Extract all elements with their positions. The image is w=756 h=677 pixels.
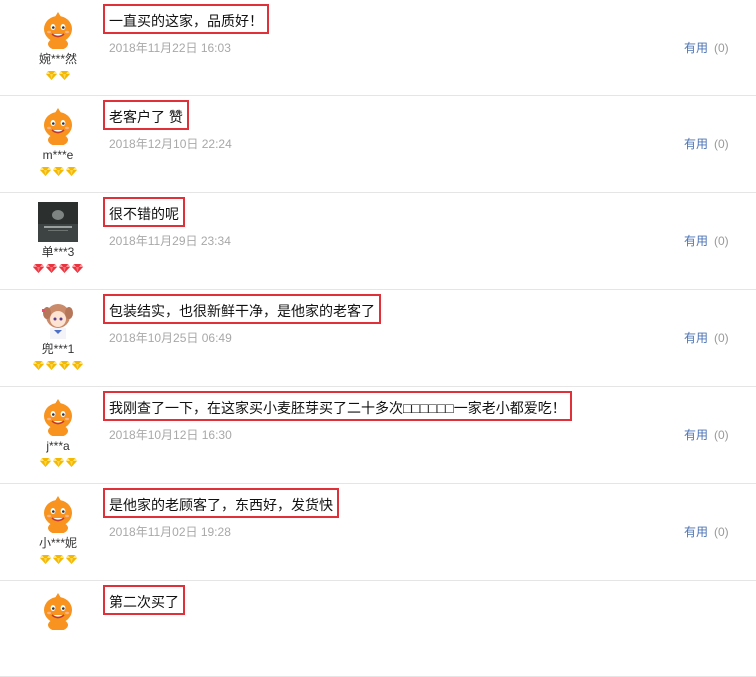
gold-diamond-icon	[72, 361, 83, 370]
gold-diamond-icon	[39, 167, 51, 176]
review-text: 包装结实，也很新鲜干净，是他家的老客了	[103, 294, 381, 324]
avatar[interactable]	[38, 202, 78, 242]
review-list: 婉***然 一直买的这家，品质好！ 2018年11月22日 16:03 有用 (0…	[0, 0, 756, 677]
gold-diamond-icon	[52, 167, 64, 176]
useful-count: (0)	[714, 234, 729, 248]
gold-diamond-icon	[46, 361, 57, 370]
orange-mascot-icon	[38, 493, 78, 533]
useful-vote: 有用 (0)	[684, 428, 729, 442]
useful-count: (0)	[714, 137, 729, 151]
review-row-6: 小***妮 是他家的老顾客了，东西好，发货快 2018年11月02日 19:28…	[0, 484, 756, 581]
avatar[interactable]	[38, 396, 78, 436]
member-level-badges	[0, 71, 116, 81]
review-text: 是他家的老顾客了，东西好，发货快	[103, 488, 339, 518]
avatar[interactable]	[38, 105, 78, 145]
orange-mascot-icon	[38, 9, 78, 49]
useful-vote: 有用 (0)	[684, 331, 729, 345]
gold-diamond-icon	[65, 167, 77, 176]
user-photo-icon	[38, 202, 78, 242]
red-diamond-icon	[46, 264, 57, 273]
useful-vote: 有用 (0)	[684, 234, 729, 248]
reviewer-name: 小***妮	[38, 536, 77, 550]
review-row-1: 婉***然 一直买的这家，品质好！ 2018年11月22日 16:03 有用 (0…	[0, 0, 756, 96]
useful-count: (0)	[714, 41, 729, 55]
gold-diamond-icon	[52, 458, 64, 467]
review-text: 老客户了 赞	[103, 100, 189, 130]
review-date: 2018年10月25日 06:49	[109, 331, 232, 345]
member-level-badges	[0, 167, 116, 177]
review-date: 2018年11月02日 19:28	[109, 525, 231, 539]
gold-diamond-icon	[65, 555, 77, 564]
gold-diamond-icon	[52, 555, 64, 564]
reviewer-name: 婉***然	[38, 52, 77, 66]
avatar[interactable]	[38, 590, 78, 630]
gold-diamond-icon	[59, 361, 70, 370]
useful-button[interactable]: 有用	[684, 234, 708, 248]
useful-vote: 有用 (0)	[684, 525, 729, 539]
gold-diamond-icon	[33, 361, 44, 370]
gold-diamond-icon	[39, 555, 51, 564]
review-row-5: j***a 我刚查了一下，在这家买小麦胚芽买了二十多次□□□□□□一家老小都爱吃…	[0, 387, 756, 484]
red-diamond-icon	[33, 264, 44, 273]
review-text: 一直买的这家，品质好！	[103, 4, 269, 34]
orange-mascot-icon	[38, 396, 78, 436]
useful-button[interactable]: 有用	[684, 428, 708, 442]
avatar[interactable]	[38, 299, 78, 339]
review-date: 2018年10月12日 16:30	[109, 428, 232, 442]
useful-button[interactable]: 有用	[684, 41, 708, 55]
review-date: 2018年11月29日 23:34	[109, 234, 231, 248]
useful-vote: 有用 (0)	[684, 137, 729, 151]
review-date: 2018年11月22日 16:03	[109, 41, 231, 55]
useful-count: (0)	[714, 428, 729, 442]
reviewer-name: 单***3	[41, 245, 75, 259]
member-level-badges	[0, 361, 116, 371]
anime-girl-icon	[38, 299, 78, 339]
gold-diamond-icon	[59, 71, 70, 80]
useful-button[interactable]: 有用	[684, 525, 708, 539]
gold-diamond-icon	[65, 458, 77, 467]
review-row-4: 兜***1 包装结实，也很新鲜干净，是他家的老客了 2018年10月25日 06…	[0, 290, 756, 387]
review-text: 第二次买了	[103, 585, 185, 615]
gold-diamond-icon	[39, 458, 51, 467]
reviewer-name: 兜***1	[41, 342, 75, 356]
review-text: 我刚查了一下，在这家买小麦胚芽买了二十多次□□□□□□一家老小都爱吃！	[103, 391, 572, 421]
reviewer-name: j***a	[46, 439, 70, 453]
review-row-2: m***e 老客户了 赞 2018年12月10日 22:24 有用 (0)	[0, 96, 756, 193]
red-diamond-icon	[59, 264, 70, 273]
useful-button[interactable]: 有用	[684, 331, 708, 345]
useful-vote: 有用 (0)	[684, 41, 729, 55]
useful-button[interactable]: 有用	[684, 137, 708, 151]
useful-count: (0)	[714, 331, 729, 345]
orange-mascot-icon	[38, 590, 78, 630]
gold-diamond-icon	[46, 71, 57, 80]
review-row-3: 单***3 很不错的呢 2018年11月29日 23:34 有用 (0)	[0, 193, 756, 290]
member-level-badges	[0, 264, 116, 274]
review-date: 2018年12月10日 22:24	[109, 137, 232, 151]
avatar[interactable]	[38, 9, 78, 49]
member-level-badges	[0, 555, 116, 565]
red-diamond-icon	[72, 264, 83, 273]
avatar[interactable]	[38, 493, 78, 533]
member-level-badges	[0, 458, 116, 468]
orange-mascot-icon	[38, 105, 78, 145]
reviewer-name: m***e	[42, 148, 74, 162]
useful-count: (0)	[714, 525, 729, 539]
review-row-7: 第二次买了	[0, 581, 756, 677]
review-text: 很不错的呢	[103, 197, 185, 227]
